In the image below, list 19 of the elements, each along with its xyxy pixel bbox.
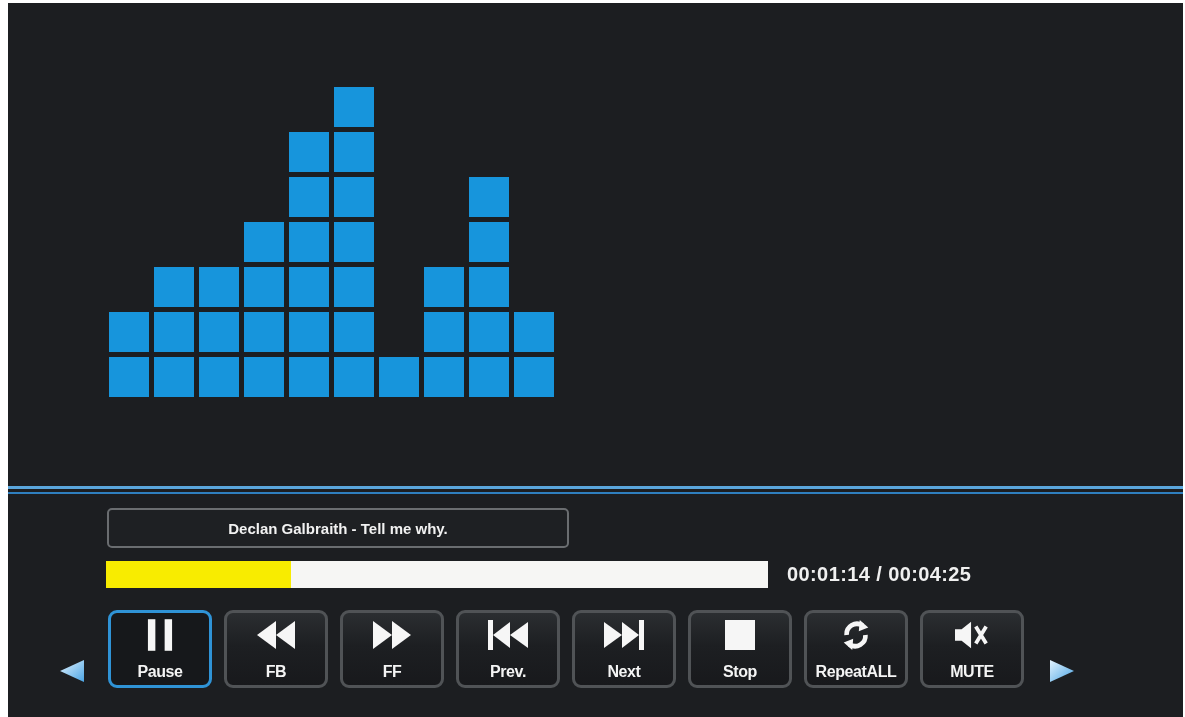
right-arrow-icon[interactable]	[1050, 660, 1074, 682]
control-button[interactable]: Pause	[108, 610, 212, 688]
control-button[interactable]: FB	[224, 610, 328, 688]
stop-icon	[725, 619, 755, 651]
left-arrow-icon[interactable]	[60, 660, 84, 682]
control-button[interactable]: Next	[572, 610, 676, 688]
muted-speaker-icon	[955, 619, 989, 651]
control-button[interactable]: FF	[340, 610, 444, 688]
skip-forward-icon	[604, 619, 644, 651]
playback-time: 00:01:14 / 00:04:25	[787, 563, 972, 586]
control-button[interactable]: RepeatALL	[804, 610, 908, 688]
control-button[interactable]: Stop	[688, 610, 792, 688]
control-button[interactable]: Prev.	[456, 610, 560, 688]
pause-icon	[147, 619, 173, 651]
fast-forward-icon	[373, 619, 411, 651]
control-button[interactable]: MUTE	[920, 610, 1024, 688]
track-title: Declan Galbraith - Tell me why.	[107, 508, 569, 548]
skip-back-icon	[488, 619, 528, 651]
rewind-icon	[257, 619, 295, 651]
